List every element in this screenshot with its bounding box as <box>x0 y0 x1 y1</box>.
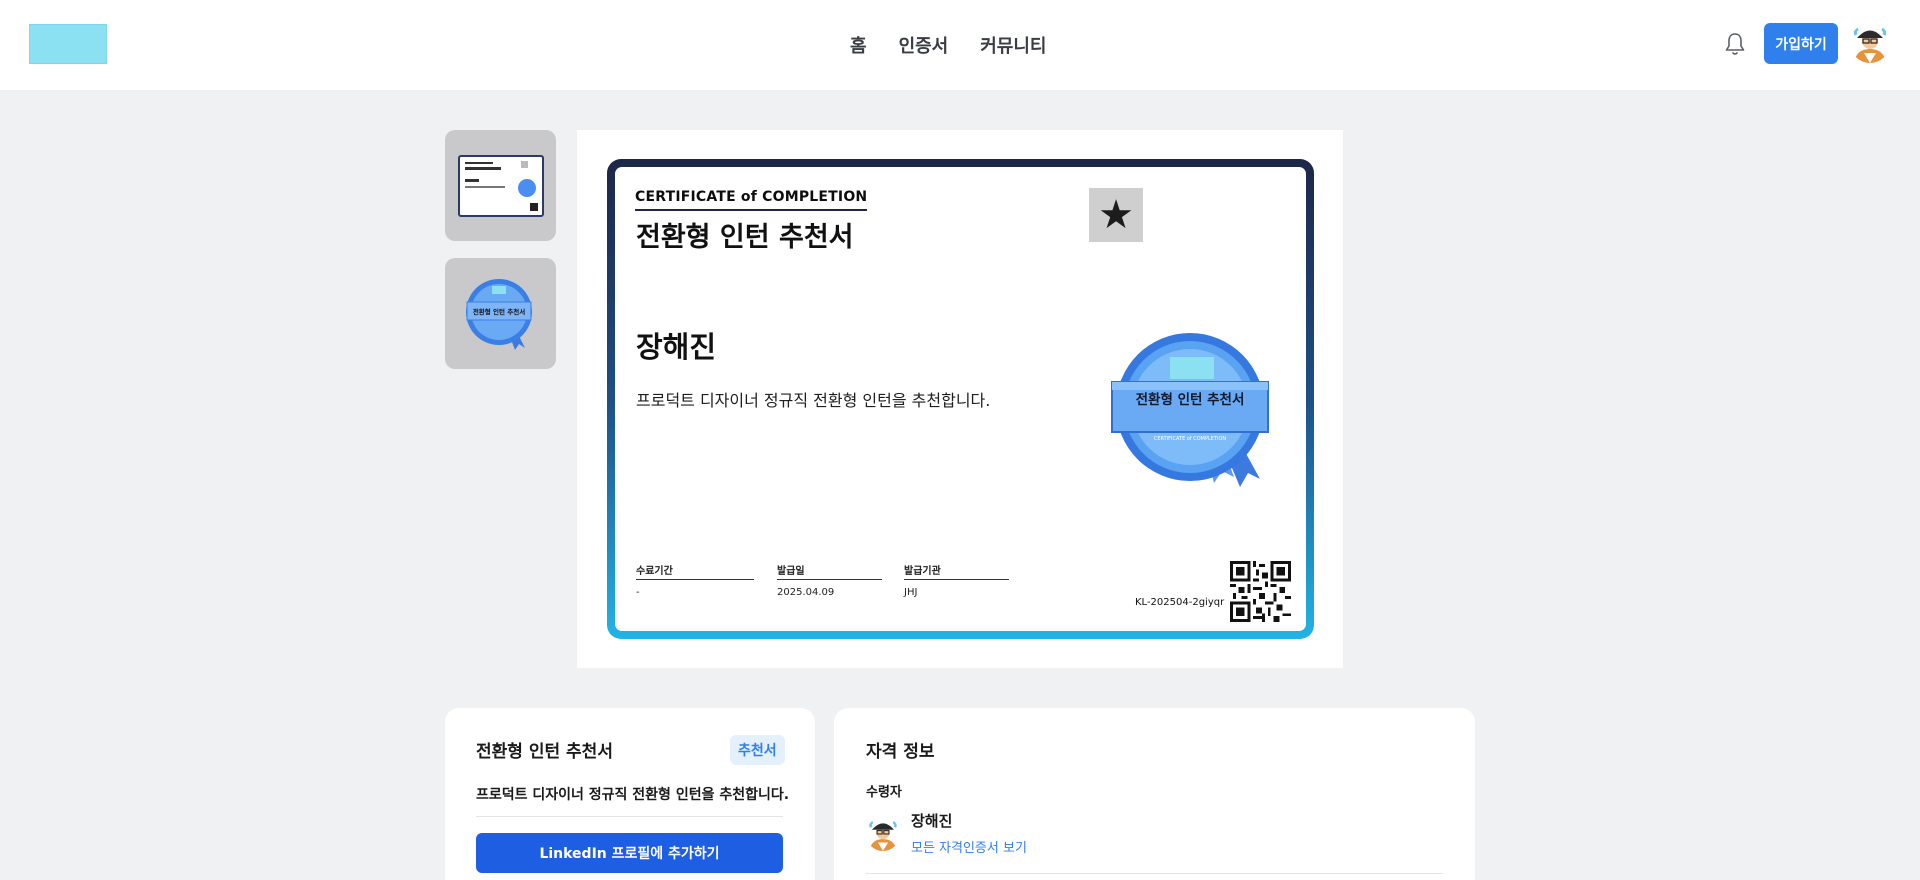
meta-issue-date-value: 2025.04.09 <box>777 587 835 598</box>
divider <box>866 873 1443 874</box>
nav-certificates[interactable]: 인증서 <box>899 32 949 58</box>
info-title: 자격 정보 <box>866 742 935 762</box>
badge-thumbnail-image: 전환형 인턴 추천서 <box>465 278 532 350</box>
summary-description: 프로덕트 디자이너 정규직 전환형 인턴을 추천합니다. <box>476 787 790 803</box>
meta-issuer-label: 발급기관 <box>904 562 1009 580</box>
certificate-preview: CERTIFICATE of COMPLETION 전환형 인턴 추천서 ★ 장… <box>577 130 1343 668</box>
meta-issuer: 발급기관 JHJ <box>904 562 1009 598</box>
certificate-eyebrow: CERTIFICATE of COMPLETION <box>635 189 868 211</box>
nav-community[interactable]: 커뮤니티 <box>980 32 1046 58</box>
bell-icon[interactable] <box>1723 31 1747 57</box>
meta-issue-date-label: 발급일 <box>777 562 882 580</box>
user-avatar[interactable] <box>1850 23 1890 63</box>
recipient-label: 수령자 <box>866 785 902 800</box>
view-all-certificates-link[interactable]: 모든 자격인증서 보기 <box>911 837 1027 856</box>
star-icon: ★ <box>1089 188 1143 242</box>
thumbnail-badge[interactable]: 전환형 인턴 추천서 <box>445 258 556 369</box>
certificate-recipient: 장해진 <box>636 330 717 364</box>
meta-period: 수료기간 - <box>636 562 754 598</box>
certificate-description: 프로덕트 디자이너 정규직 전환형 인턴을 추천합니다. <box>636 391 991 410</box>
meta-issue-date: 발급일 2025.04.09 <box>777 562 882 598</box>
divider <box>476 816 783 817</box>
join-button[interactable]: 가입하기 <box>1764 23 1838 64</box>
meta-issuer-value: JHJ <box>904 587 918 598</box>
recipient-name: 장해진 <box>911 812 953 830</box>
add-to-linkedin-button[interactable]: LinkedIn 프로필에 추가하기 <box>476 833 783 873</box>
certificate-summary-card: 전환형 인턴 추천서 추천서 프로덕트 디자이너 정규직 전환형 인턴을 추천합… <box>445 708 815 880</box>
thumb-badge-title: 전환형 인턴 추천서 <box>472 307 524 316</box>
seal-subtitle: CERTIFICATE of COMPLETION <box>1154 436 1227 442</box>
nav-home[interactable]: 홈 <box>850 32 867 58</box>
certificate-seal-badge: 전환형 인턴 추천서 CERTIFICATE of COMPLETION <box>1111 333 1269 487</box>
category-badge: 추천서 <box>730 735 785 765</box>
summary-title: 전환형 인턴 추천서 <box>476 742 613 762</box>
certificate-border: CERTIFICATE of COMPLETION 전환형 인턴 추천서 ★ 장… <box>607 159 1314 639</box>
certificate-title: 전환형 인턴 추천서 <box>636 222 854 253</box>
recipient-avatar <box>866 817 900 851</box>
certificate-body: CERTIFICATE of COMPLETION 전환형 인턴 추천서 ★ 장… <box>615 167 1306 631</box>
certificate-code: KL-202504-2giyqr <box>1135 597 1225 608</box>
top-header: 홈 인증서 커뮤니티 가입하기 <box>0 0 1920 90</box>
credential-info-card: 자격 정보 수령자 장해진 모든 자격인증서 보기 <box>834 708 1475 880</box>
seal-title: 전환형 인턴 추천서 <box>1136 391 1245 408</box>
meta-period-label: 수료기간 <box>636 562 754 580</box>
certificate-thumbnail-image <box>457 154 544 217</box>
logo[interactable] <box>29 24 107 64</box>
qr-code-icon <box>1230 561 1291 622</box>
thumbnail-certificate[interactable] <box>445 130 556 241</box>
meta-period-value: - <box>636 587 640 598</box>
main-nav: 홈 인증서 커뮤니티 <box>850 0 1047 90</box>
